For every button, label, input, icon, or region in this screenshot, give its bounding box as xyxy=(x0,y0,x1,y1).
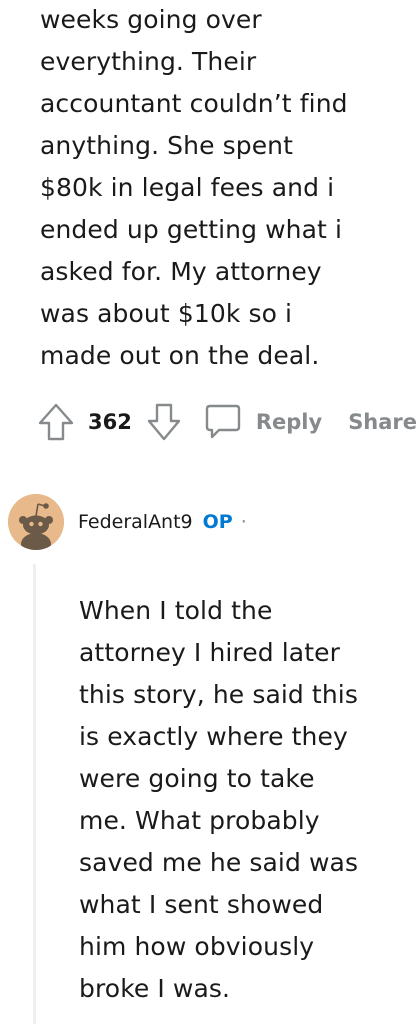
avatar[interactable] xyxy=(8,494,64,550)
comment-line: made out on the deal. xyxy=(40,341,320,370)
comment-line: broke I was. xyxy=(79,974,231,1003)
comment-line: is exactly where they xyxy=(79,722,348,751)
comment-bubble-icon xyxy=(204,402,242,442)
reply-author-row: FederalAnt9 OP · xyxy=(8,494,247,550)
comment-line: accountant couldn’t find xyxy=(40,89,348,118)
parent-comment-body: weeks going over everything. Their accou… xyxy=(40,0,348,377)
downvote-arrow-icon[interactable] xyxy=(146,402,182,442)
comment-line: anything. She spent xyxy=(40,131,294,160)
comment-line: When I told the xyxy=(79,596,273,625)
comment-line: me. What probably xyxy=(79,806,320,835)
share-button[interactable]: Share xyxy=(348,410,417,434)
meta-separator: · xyxy=(240,511,247,533)
comment-line: was about $10k so i xyxy=(40,299,293,328)
op-badge: OP xyxy=(202,511,233,533)
comment-line: asked for. My attorney xyxy=(40,257,322,286)
comment-line: him how obviously xyxy=(79,932,315,961)
reply-button[interactable]: Reply xyxy=(204,402,322,442)
vote-count: 362 xyxy=(88,410,132,434)
thread-collapse-line[interactable] xyxy=(33,564,36,1024)
comment-line: everything. Their xyxy=(40,47,257,76)
comment-line: ended up getting what i xyxy=(40,215,343,244)
comment-line: weeks going over xyxy=(40,5,262,34)
comment-line: this story, he said this xyxy=(79,680,358,709)
comment-line: saved me he said was xyxy=(79,848,359,877)
reply-label: Reply xyxy=(255,410,323,434)
comment-action-bar: 362 Reply Share xyxy=(36,400,417,444)
comment-line: were going to take xyxy=(79,764,315,793)
upvote-arrow-icon[interactable] xyxy=(36,402,76,442)
comment-line: what I sent showed xyxy=(79,890,324,919)
reply-comment-body: When I told the attorney I hired later t… xyxy=(79,590,358,1010)
comment-line: attorney I hired later xyxy=(79,638,340,667)
username-link[interactable]: FederalAnt9 xyxy=(78,511,193,533)
comment-line: $80k in legal fees and i xyxy=(40,173,335,202)
